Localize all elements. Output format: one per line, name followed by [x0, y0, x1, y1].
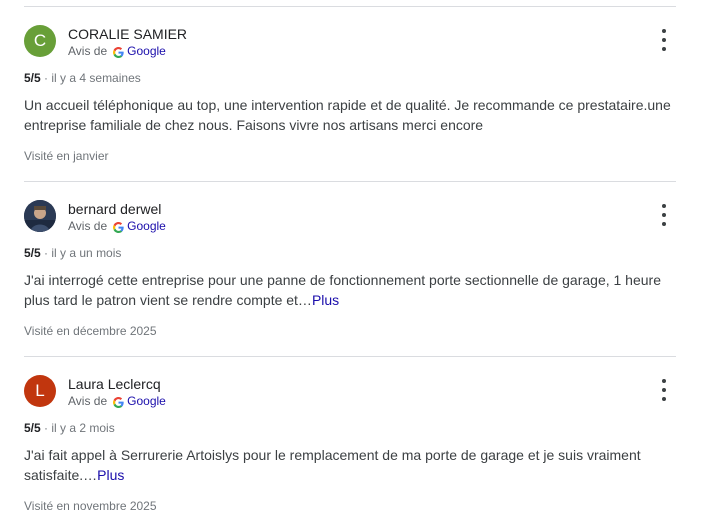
- review-rating: 5/5: [24, 246, 41, 260]
- visit-date: Visité en janvier: [24, 149, 109, 163]
- review-body: Un accueil téléphonique au top, une inte…: [24, 97, 671, 133]
- review-divider: [24, 181, 676, 182]
- review-meta: 5/5 · il y a 2 mois: [24, 420, 115, 436]
- source-name[interactable]: Google: [127, 218, 166, 234]
- source-prefix: Avis de: [68, 44, 108, 58]
- review-card: L Laura Leclercq Avis de Google 5/5 · il…: [24, 375, 676, 520]
- source-prefix: Avis de: [68, 394, 108, 408]
- review-body: J'ai interrogé cette entreprise pour une…: [24, 272, 661, 308]
- review-card: C CORALIE SAMIER Avis de Google 5/5 · il…: [24, 25, 676, 170]
- review-source: Avis de Google: [68, 43, 166, 59]
- reviewer-name[interactable]: Laura Leclercq: [68, 375, 161, 393]
- avatar[interactable]: [24, 200, 56, 232]
- review-meta: 5/5 · il y a un mois: [24, 245, 121, 261]
- review-text: Un accueil téléphonique au top, une inte…: [24, 95, 676, 135]
- more-vert-icon[interactable]: [656, 379, 672, 401]
- review-rating: 5/5: [24, 421, 41, 435]
- google-g-icon: [113, 46, 124, 58]
- more-vert-icon[interactable]: [656, 29, 672, 51]
- avatar-photo: [24, 200, 56, 232]
- google-g-icon: [113, 221, 124, 233]
- review-text: J'ai interrogé cette entreprise pour une…: [24, 270, 676, 310]
- visit-date: Visité en novembre 2025: [24, 499, 157, 513]
- source-prefix: Avis de: [68, 219, 108, 233]
- review-meta: 5/5 · il y a 4 semaines: [24, 70, 141, 86]
- more-link[interactable]: Plus: [312, 292, 339, 308]
- review-card: bernard derwel Avis de Google 5/5 · il y…: [24, 200, 676, 345]
- avatar[interactable]: C: [24, 25, 56, 57]
- visit-date: Visité en décembre 2025: [24, 324, 157, 338]
- review-time: il y a un mois: [51, 246, 122, 260]
- review-source: Avis de Google: [68, 218, 166, 234]
- more-vert-icon[interactable]: [656, 204, 672, 226]
- review-divider: [24, 356, 676, 357]
- more-link[interactable]: Plus: [97, 467, 124, 483]
- review-time: il y a 4 semaines: [51, 71, 141, 85]
- review-source: Avis de Google: [68, 393, 166, 409]
- avatar[interactable]: L: [24, 375, 56, 407]
- reviewer-name[interactable]: CORALIE SAMIER: [68, 25, 187, 43]
- reviewer-name[interactable]: bernard derwel: [68, 200, 161, 218]
- source-name[interactable]: Google: [127, 393, 166, 409]
- review-text: J'ai fait appel à Serrurerie Artoislys p…: [24, 445, 676, 485]
- review-rating: 5/5: [24, 71, 41, 85]
- google-g-icon: [113, 396, 124, 408]
- review-divider: [24, 6, 676, 7]
- source-name[interactable]: Google: [127, 43, 166, 59]
- review-time: il y a 2 mois: [51, 421, 115, 435]
